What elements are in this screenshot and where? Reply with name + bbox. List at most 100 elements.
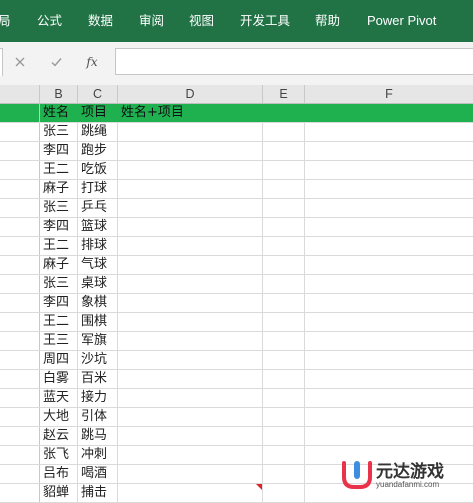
- cell-b[interactable]: 麻子: [40, 256, 78, 274]
- cell-e[interactable]: [263, 275, 305, 293]
- row-header[interactable]: [0, 484, 40, 502]
- column-header-f[interactable]: F: [305, 85, 473, 103]
- cell-c[interactable]: 喝酒: [78, 465, 118, 483]
- cell-c[interactable]: 排球: [78, 237, 118, 255]
- cell-e[interactable]: [263, 123, 305, 141]
- cell-f[interactable]: [305, 351, 473, 369]
- cell-d[interactable]: [118, 389, 263, 407]
- row-header[interactable]: [0, 351, 40, 369]
- cell-b[interactable]: 赵云: [40, 427, 78, 445]
- cell-e[interactable]: [263, 218, 305, 236]
- cell-d[interactable]: [118, 256, 263, 274]
- cell-f-header[interactable]: [305, 104, 473, 122]
- cell-b[interactable]: 王二: [40, 237, 78, 255]
- cell-f[interactable]: [305, 180, 473, 198]
- row-header[interactable]: [0, 237, 40, 255]
- cell-c[interactable]: 篮球: [78, 218, 118, 236]
- cell-e[interactable]: [263, 389, 305, 407]
- row-header[interactable]: [0, 446, 40, 464]
- select-all-corner[interactable]: [0, 85, 40, 103]
- cell-c[interactable]: 沙坑: [78, 351, 118, 369]
- row-header[interactable]: [0, 389, 40, 407]
- cell-b-header[interactable]: 姓名: [40, 104, 78, 122]
- cell-f[interactable]: [305, 294, 473, 312]
- tab-review[interactable]: 审阅: [139, 12, 164, 30]
- cell-d[interactable]: [118, 484, 263, 502]
- cell-e[interactable]: [263, 465, 305, 483]
- formula-input[interactable]: [115, 48, 473, 75]
- cell-f[interactable]: [305, 161, 473, 179]
- row-header[interactable]: [0, 199, 40, 217]
- cell-c[interactable]: 跳马: [78, 427, 118, 445]
- cell-b[interactable]: 王二: [40, 313, 78, 331]
- tab-view[interactable]: 视图: [189, 12, 214, 30]
- cell-d[interactable]: [118, 351, 263, 369]
- cell-b[interactable]: 李四: [40, 142, 78, 160]
- cell-f[interactable]: [305, 256, 473, 274]
- cell-b[interactable]: 王二: [40, 161, 78, 179]
- cell-b[interactable]: 大地: [40, 408, 78, 426]
- row-header[interactable]: [0, 256, 40, 274]
- cell-f[interactable]: [305, 427, 473, 445]
- cell-f[interactable]: [305, 389, 473, 407]
- cell-c[interactable]: 围棋: [78, 313, 118, 331]
- cell-b[interactable]: 蓝天: [40, 389, 78, 407]
- row-header[interactable]: [0, 370, 40, 388]
- cell-f[interactable]: [305, 313, 473, 331]
- cell-e[interactable]: [263, 180, 305, 198]
- cell-f[interactable]: [305, 237, 473, 255]
- tab-data[interactable]: 数据: [88, 12, 113, 30]
- column-header-e[interactable]: E: [263, 85, 305, 103]
- cell-e[interactable]: [263, 484, 305, 502]
- cell-e[interactable]: [263, 142, 305, 160]
- cell-c-header[interactable]: 项目: [78, 104, 118, 122]
- cell-d[interactable]: [118, 275, 263, 293]
- row-header[interactable]: [0, 313, 40, 331]
- row-header[interactable]: [0, 332, 40, 350]
- row-header[interactable]: [0, 408, 40, 426]
- cell-b[interactable]: 张三: [40, 275, 78, 293]
- cell-f[interactable]: [305, 199, 473, 217]
- cell-d[interactable]: [118, 180, 263, 198]
- cell-e[interactable]: [263, 161, 305, 179]
- cell-c[interactable]: 打球: [78, 180, 118, 198]
- close-icon[interactable]: [6, 48, 34, 75]
- cell-e[interactable]: [263, 370, 305, 388]
- cell-b[interactable]: 貂蝉: [40, 484, 78, 502]
- tab-layout[interactable]: 局: [0, 12, 11, 30]
- name-box[interactable]: [0, 48, 3, 77]
- tab-power-pivot[interactable]: Power Pivot: [367, 12, 436, 30]
- cell-d[interactable]: [118, 237, 263, 255]
- cell-b[interactable]: 张三: [40, 199, 78, 217]
- cell-f[interactable]: [305, 332, 473, 350]
- check-icon[interactable]: [42, 48, 70, 75]
- cell-f[interactable]: [305, 142, 473, 160]
- cell-e[interactable]: [263, 237, 305, 255]
- cell-e[interactable]: [263, 408, 305, 426]
- cell-c[interactable]: 乒乓: [78, 199, 118, 217]
- row-header[interactable]: [0, 218, 40, 236]
- cell-c[interactable]: 跳绳: [78, 123, 118, 141]
- row-header[interactable]: [0, 275, 40, 293]
- cell-b[interactable]: 周四: [40, 351, 78, 369]
- row-header[interactable]: [0, 180, 40, 198]
- cell-c[interactable]: 跑步: [78, 142, 118, 160]
- cell-d[interactable]: [118, 332, 263, 350]
- cell-d-header[interactable]: 姓名+项目: [118, 104, 263, 122]
- cell-c[interactable]: 气球: [78, 256, 118, 274]
- cell-f[interactable]: [305, 408, 473, 426]
- cell-e[interactable]: [263, 332, 305, 350]
- column-header-b[interactable]: B: [40, 85, 78, 103]
- cell-e[interactable]: [263, 427, 305, 445]
- cell-c[interactable]: 桌球: [78, 275, 118, 293]
- cell-b[interactable]: 麻子: [40, 180, 78, 198]
- row-header[interactable]: [0, 142, 40, 160]
- insert-function-button[interactable]: fx: [78, 48, 106, 75]
- row-header[interactable]: [0, 294, 40, 312]
- cell-f[interactable]: [305, 370, 473, 388]
- cell-d[interactable]: [118, 465, 263, 483]
- cell-c[interactable]: 军旗: [78, 332, 118, 350]
- cell-e[interactable]: [263, 199, 305, 217]
- cell-c[interactable]: 捕击: [78, 484, 118, 502]
- cell-d[interactable]: [118, 218, 263, 236]
